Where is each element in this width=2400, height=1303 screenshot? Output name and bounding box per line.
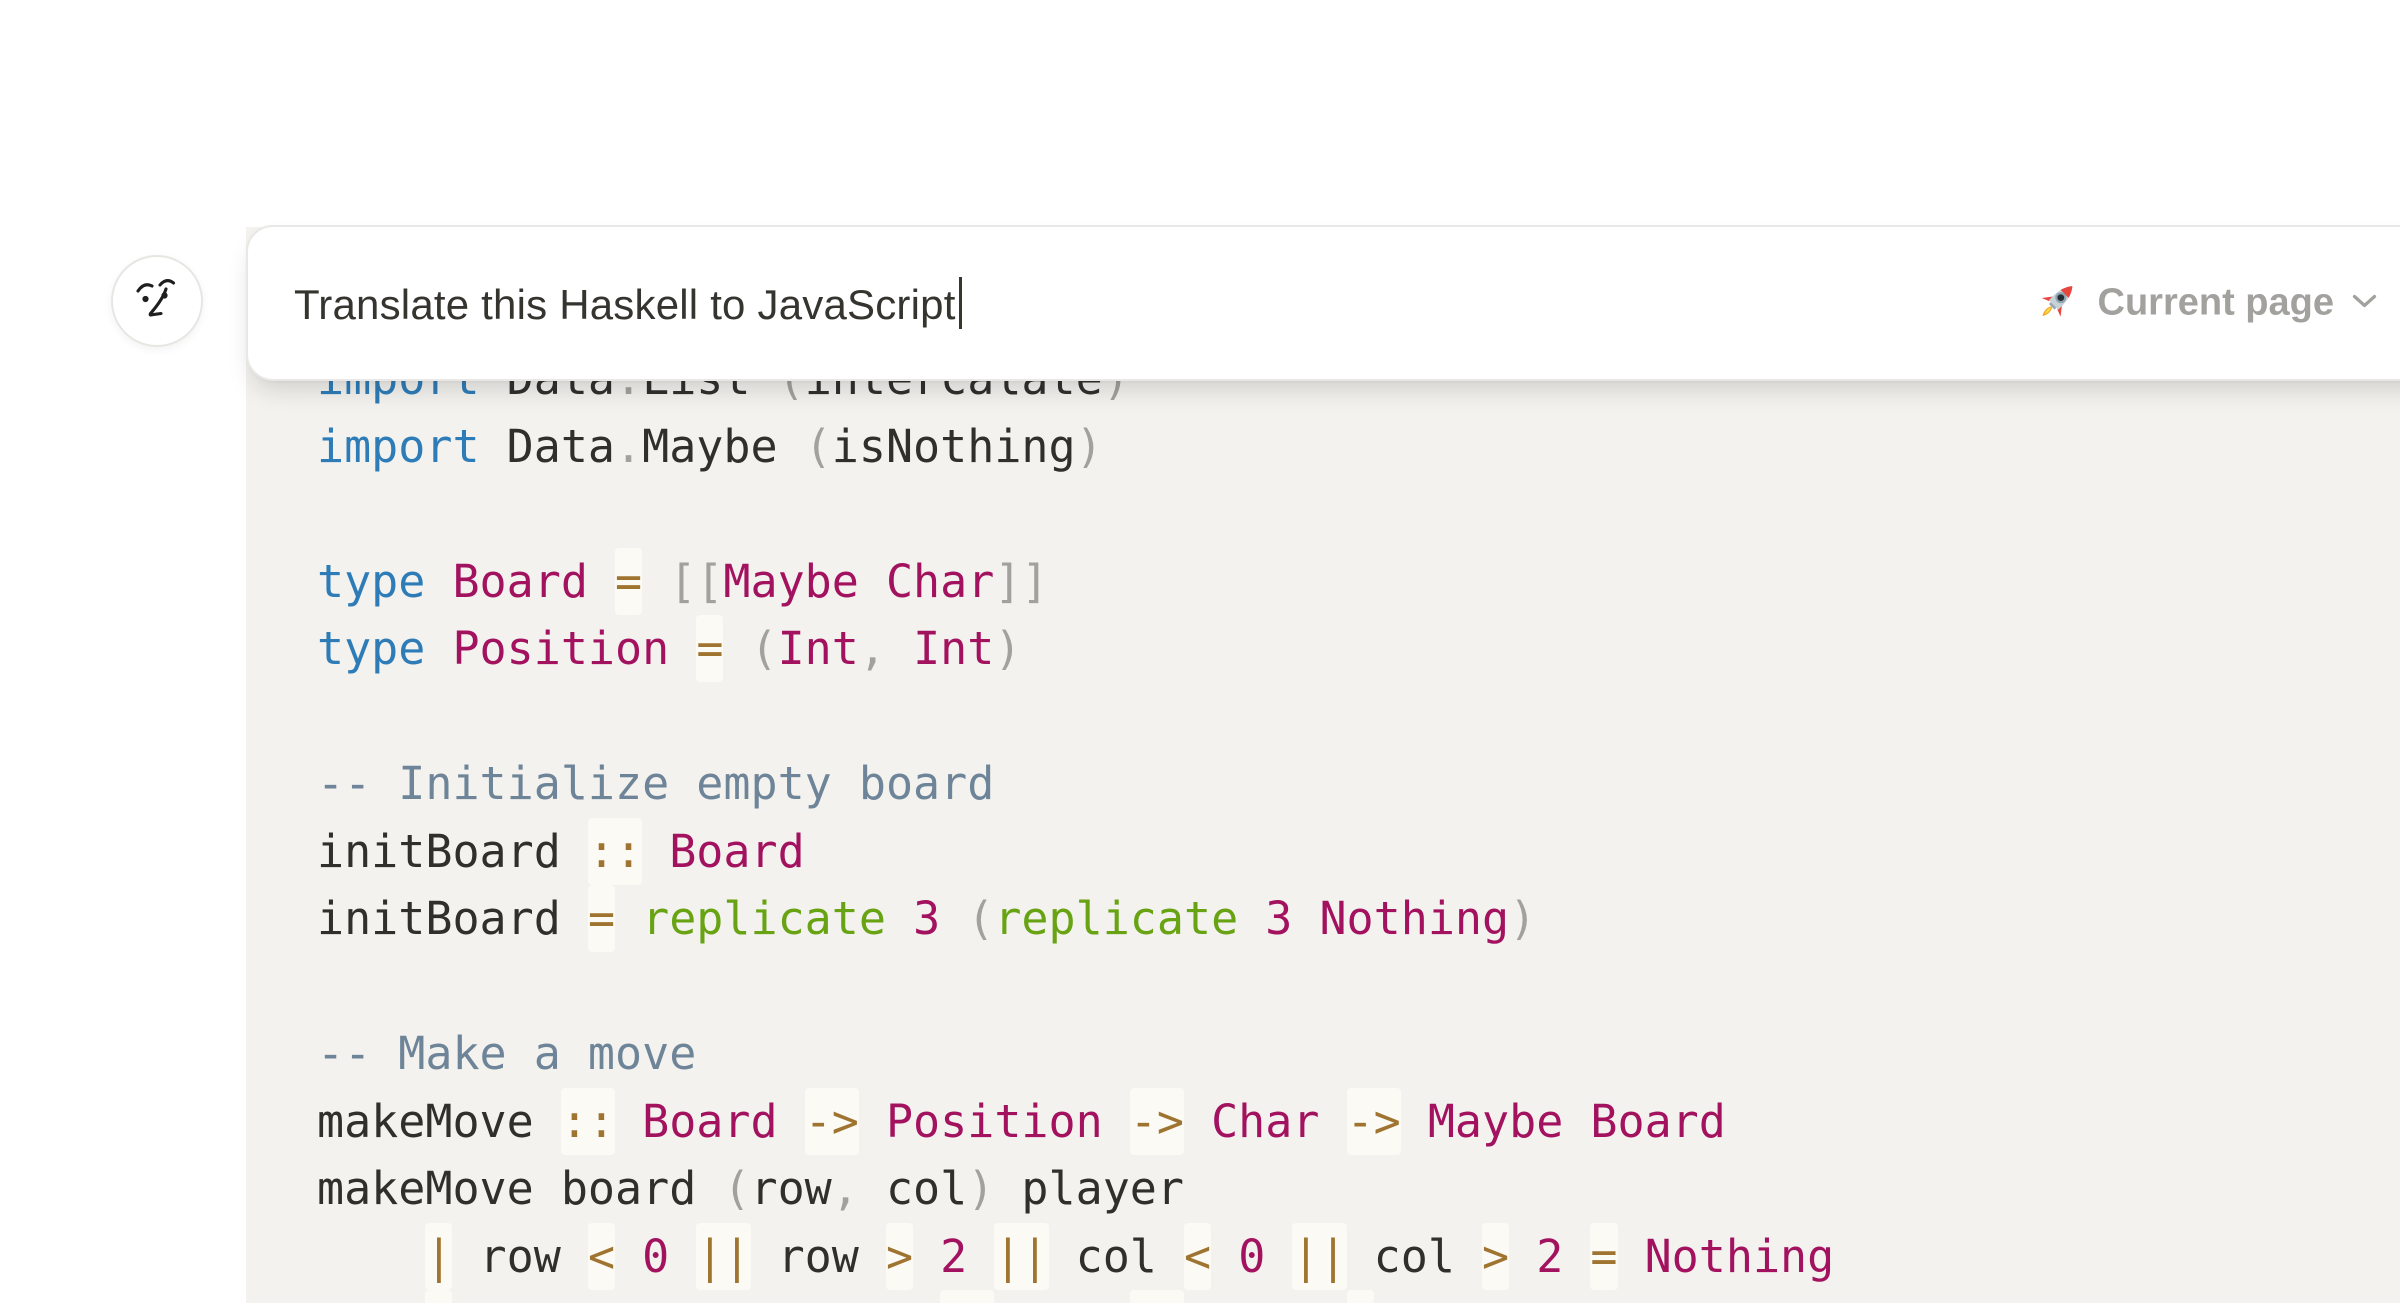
code-line bbox=[317, 480, 1834, 548]
code-line bbox=[317, 953, 1834, 1021]
code-line bbox=[317, 683, 1834, 751]
chevron-down-icon bbox=[2351, 292, 2378, 314]
haskell-code[interactable]: import Data.List (intercalate)import Dat… bbox=[317, 345, 1834, 1303]
ai-face-icon bbox=[132, 274, 182, 329]
code-line: | row < 0 || row > 2 || col < 0 || col >… bbox=[317, 1223, 1834, 1291]
scope-label: Current page bbox=[2098, 282, 2334, 325]
code-line: makeMove board (row, col) player bbox=[317, 1155, 1834, 1223]
code-block[interactable]: import Data.List (intercalate)import Dat… bbox=[246, 227, 2400, 1303]
notion-ai-face-button[interactable] bbox=[111, 255, 203, 347]
context-scope-dropdown[interactable]: Current page bbox=[2035, 278, 2378, 329]
code-line: | isNothing (board !! row !! col) = Just… bbox=[317, 1290, 1834, 1303]
prompt-input[interactable]: Translate this Haskell to JavaScript bbox=[294, 277, 962, 329]
code-line: initBoard = replicate 3 (replicate 3 Not… bbox=[317, 885, 1834, 953]
code-line: type Board = [[Maybe Char]] bbox=[317, 548, 1834, 616]
page: import Data.List (intercalate)import Dat… bbox=[0, 0, 2400, 1303]
rocket-icon bbox=[2035, 278, 2081, 329]
code-line: type Position = (Int, Int) bbox=[317, 615, 1834, 683]
code-line: -- Make a move bbox=[317, 1020, 1834, 1088]
prompt-input-text: Translate this Haskell to JavaScript bbox=[294, 281, 956, 328]
code-line: -- Initialize empty board bbox=[317, 750, 1834, 818]
text-cursor bbox=[959, 277, 962, 329]
code-line: makeMove :: Board -> Position -> Char ->… bbox=[317, 1088, 1834, 1156]
code-line: initBoard :: Board bbox=[317, 818, 1834, 886]
code-line: import Data.Maybe (isNothing) bbox=[317, 413, 1834, 481]
ai-prompt-bar: Translate this Haskell to JavaScript bbox=[246, 225, 2400, 381]
